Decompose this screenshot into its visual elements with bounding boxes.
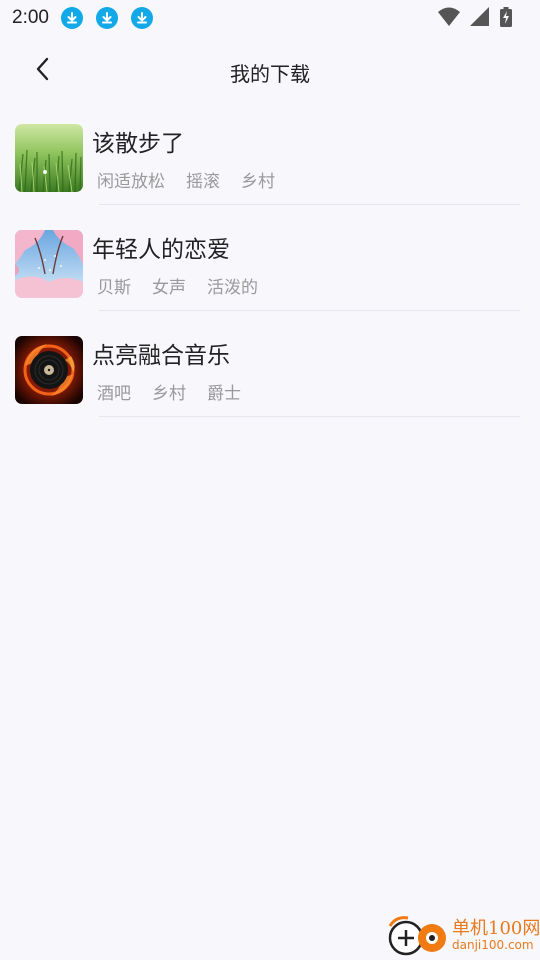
- tag: 酒吧: [97, 384, 131, 404]
- watermark-logo-icon: [386, 916, 450, 960]
- list-item[interactable]: 年轻人的恋爱 贝斯 女声 活泼的: [0, 222, 540, 328]
- watermark-domain: danji100.com: [452, 938, 534, 952]
- watermark: 单机100网 danji100.com: [386, 914, 540, 960]
- signal-icon: [470, 7, 490, 31]
- status-time: 2:00: [12, 7, 49, 28]
- download-icon: [60, 7, 83, 29]
- divider: [99, 204, 520, 205]
- tag: 爵士: [207, 384, 241, 404]
- download-icon: [95, 7, 118, 29]
- tag: 乡村: [152, 384, 186, 404]
- download-list: 该散步了 闲适放松 摇滚 乡村 年轻人的恋爱 贝斯 女声 活泼的 点亮融合音乐 …: [0, 116, 540, 434]
- status-bar: 2:00: [0, 0, 540, 36]
- song-title: 点亮融合音乐: [92, 343, 230, 369]
- wifi-icon: [438, 7, 460, 31]
- song-title: 该散步了: [92, 131, 184, 157]
- tag: 闲适放松: [97, 172, 165, 192]
- tag: 女声: [152, 278, 186, 298]
- tag: 贝斯: [97, 278, 131, 298]
- tag-list: 贝斯 女声 活泼的: [97, 273, 258, 298]
- download-icon: [130, 7, 153, 29]
- list-item[interactable]: 该散步了 闲适放松 摇滚 乡村: [0, 116, 540, 222]
- green-grass-cover: [15, 124, 83, 192]
- tag: 乡村: [241, 172, 275, 192]
- fiery-vinyl-cover: [15, 336, 83, 404]
- divider: [99, 416, 520, 417]
- tag-list: 闲适放松 摇滚 乡村: [97, 167, 275, 192]
- page-title: 我的下载: [230, 62, 310, 86]
- cherry-blossom-cover: [15, 230, 83, 298]
- watermark-name: 单机100网: [452, 918, 540, 939]
- tag: 摇滚: [186, 172, 220, 192]
- list-item[interactable]: 点亮融合音乐 酒吧 乡村 爵士: [0, 328, 540, 434]
- tag: 活泼的: [207, 278, 258, 298]
- song-title: 年轻人的恋爱: [92, 237, 230, 263]
- battery-charging-icon: [500, 7, 512, 31]
- divider: [99, 310, 520, 311]
- header: 我的下载: [0, 44, 540, 96]
- tag-list: 酒吧 乡村 爵士: [97, 379, 241, 404]
